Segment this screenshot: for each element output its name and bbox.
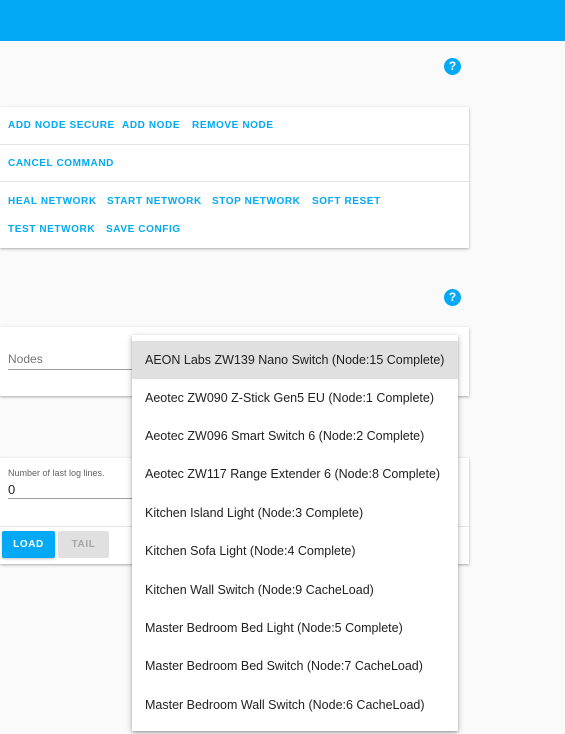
node-option-kitchen-wall-switch[interactable]: Kitchen Wall Switch (Node:9 CacheLoad) [132, 571, 458, 609]
card-divider [0, 181, 469, 182]
node-option-nano-switch[interactable]: AEON Labs ZW139 Nano Switch (Node:15 Com… [132, 341, 458, 379]
log-lines-underline [8, 498, 132, 499]
node-option-bedroom-wall-switch[interactable]: Master Bedroom Wall Switch (Node:6 Cache… [132, 686, 458, 724]
nodes-select-label[interactable]: Nodes [8, 352, 43, 366]
nodes-select-underline [8, 369, 132, 370]
node-option-bedroom-bed-light[interactable]: Master Bedroom Bed Light (Node:5 Complet… [132, 609, 458, 647]
network-management-card: ADD NODE SECURE ADD NODE REMOVE NODE CAN… [0, 107, 469, 248]
log-lines-input[interactable]: 0 [8, 482, 15, 497]
node-option-bedroom-bed-switch[interactable]: Master Bedroom Bed Switch (Node:7 CacheL… [132, 647, 458, 685]
card-divider [0, 144, 469, 145]
save-config-button[interactable]: SAVE CONFIG [106, 224, 181, 235]
node-option-zstick[interactable]: Aeotec ZW090 Z-Stick Gen5 EU (Node:1 Com… [132, 379, 458, 417]
start-network-button[interactable]: START NETWORK [107, 196, 202, 207]
test-network-button[interactable]: TEST NETWORK [8, 224, 95, 235]
node-option-range-extender[interactable]: Aeotec ZW117 Range Extender 6 (Node:8 Co… [132, 455, 458, 493]
node-option-kitchen-island-light[interactable]: Kitchen Island Light (Node:3 Complete) [132, 494, 458, 532]
add-node-secure-button[interactable]: ADD NODE SECURE [8, 120, 115, 131]
load-button[interactable]: LOAD [2, 531, 55, 558]
remove-node-button[interactable]: REMOVE NODE [192, 120, 274, 131]
help-icon[interactable]: ? [444, 58, 461, 75]
tail-button: TAIL [58, 531, 109, 558]
node-option-kitchen-sofa-light[interactable]: Kitchen Sofa Light (Node:4 Complete) [132, 532, 458, 570]
heal-network-button[interactable]: HEAL NETWORK [8, 196, 97, 207]
cancel-command-button[interactable]: CANCEL COMMAND [8, 158, 114, 169]
nodes-dropdown-menu: AEON Labs ZW139 Nano Switch (Node:15 Com… [132, 335, 458, 731]
add-node-button[interactable]: ADD NODE [122, 120, 180, 131]
node-option-smart-switch[interactable]: Aeotec ZW096 Smart Switch 6 (Node:2 Comp… [132, 417, 458, 455]
help-icon[interactable]: ? [444, 289, 461, 306]
stop-network-button[interactable]: STOP NETWORK [212, 196, 301, 207]
log-lines-label: Number of last log lines. [8, 468, 105, 478]
app-header-bar [0, 0, 565, 41]
soft-reset-button[interactable]: SOFT RESET [312, 196, 381, 207]
